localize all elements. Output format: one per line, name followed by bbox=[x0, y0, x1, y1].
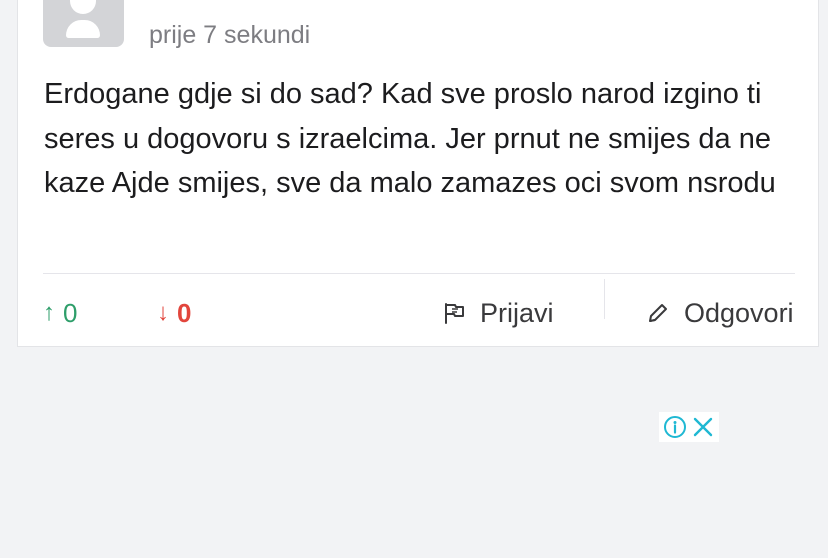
action-separator bbox=[604, 279, 605, 319]
info-icon[interactable] bbox=[663, 415, 687, 439]
arrow-down-icon: ↓ bbox=[157, 299, 169, 326]
divider bbox=[43, 273, 795, 274]
comment-card: prije 7 sekundi Erdogane gdje si do sad?… bbox=[17, 0, 819, 347]
report-label: Prijavi bbox=[480, 298, 554, 328]
comment-timestamp: prije 7 sekundi bbox=[149, 21, 311, 49]
comment-actions: ↑ 0 ↓ 0 Prijavi Odgovori bbox=[43, 279, 795, 333]
upvote-button[interactable]: ↑ 0 bbox=[43, 293, 77, 333]
pencil-icon bbox=[649, 304, 667, 322]
reply-label: Odgovori bbox=[684, 298, 794, 328]
upvote-count: 0 bbox=[63, 298, 78, 328]
flag-icon bbox=[445, 303, 464, 324]
downvote-count: 0 bbox=[177, 298, 192, 328]
downvote-button[interactable]: ↓ 0 bbox=[157, 293, 191, 333]
avatar[interactable] bbox=[43, 0, 124, 47]
close-icon[interactable] bbox=[691, 415, 715, 439]
ad-choices-controls bbox=[659, 412, 719, 442]
avatar-body-shape bbox=[66, 20, 100, 38]
reply-button[interactable]: Odgovori bbox=[646, 293, 794, 333]
report-button[interactable]: Prijavi bbox=[442, 293, 554, 333]
arrow-up-icon: ↑ bbox=[43, 299, 55, 326]
comment-text: Erdogane gdje si do sad? Kad sve proslo … bbox=[44, 78, 776, 199]
avatar-head-shape bbox=[70, 0, 96, 14]
